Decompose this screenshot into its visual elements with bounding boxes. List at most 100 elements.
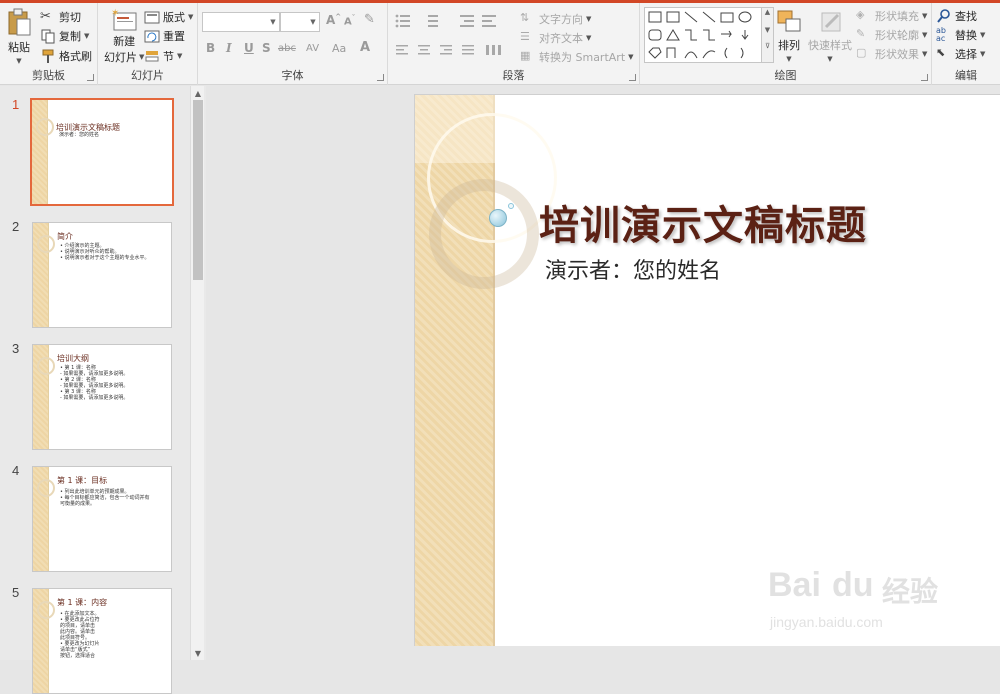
- change-case-button[interactable]: Aa: [332, 42, 346, 55]
- thumbnail-text: - 如果需要，请添加更多说明。: [60, 395, 129, 401]
- drawing-group: ▲ ▼ ⊽ 排列 ▼ 快速样式 ▼ ◈ 形状填充 ▼ ✎ 形状轮廓 ▼ ▢ 形状…: [640, 3, 932, 85]
- pen-icon: ✎: [856, 27, 866, 40]
- clear-format-icon[interactable]: ✎: [364, 12, 375, 27]
- arrange-button[interactable]: 排列 ▼: [776, 9, 802, 63]
- slide-decoration-bubble: [489, 209, 507, 227]
- align-text-button[interactable]: ☰ 对齐文本 ▼: [520, 30, 591, 46]
- italic-button[interactable]: I: [226, 41, 232, 55]
- slide-number: 3: [12, 341, 20, 356]
- shape-fill-button[interactable]: ◈ 形状填充 ▼: [856, 8, 927, 24]
- slide-subtitle[interactable]: 演示者：您的姓名: [545, 253, 721, 285]
- new-slide-button[interactable]: ✶ 新建 幻灯片 ▼: [104, 7, 144, 65]
- paintbrush-icon: [42, 49, 54, 63]
- bold-button[interactable]: B: [206, 41, 215, 55]
- text-direction-button[interactable]: ⇅ 文字方向 ▼: [520, 11, 591, 27]
- arrange-icon: [777, 10, 801, 32]
- select-label: 选择: [955, 48, 977, 61]
- search-icon: [937, 9, 950, 23]
- chevron-down-icon[interactable]: ▼: [191, 646, 205, 660]
- effects-icon: ▢: [856, 46, 867, 59]
- chevron-down-icon[interactable]: ▼: [267, 13, 279, 31]
- thumbnail-text: 可衡量的成果。: [60, 501, 96, 507]
- drawing-group-label: 绘图: [774, 69, 797, 82]
- scissors-icon: ✂: [40, 9, 51, 24]
- thumbnail-text: 演示者：您的姓名: [59, 132, 100, 138]
- watermark-brand: Bai: [768, 566, 821, 604]
- format-painter-button[interactable]: 格式刷: [40, 48, 92, 64]
- replace-label: 替换: [955, 29, 977, 42]
- shadow-button[interactable]: S: [262, 41, 271, 55]
- align-text-icon: ☰: [520, 30, 530, 43]
- chevron-down-icon: ▼: [628, 53, 634, 61]
- scrollbar-thumb[interactable]: [193, 100, 203, 280]
- paint-bucket-icon: ◈: [856, 8, 865, 21]
- font-color-button[interactable]: A: [360, 40, 370, 55]
- text-direction-label: 文字方向: [539, 13, 583, 26]
- chevron-up-icon[interactable]: ▲: [191, 86, 205, 100]
- chevron-down-icon: ▼: [177, 52, 183, 60]
- chevron-down-icon: ▼: [980, 31, 986, 39]
- slide-thumbnail-1[interactable]: 培训演示文稿标题 演示者：您的姓名: [30, 98, 174, 206]
- slide-decoration: [37, 479, 55, 497]
- editor-bottom-edge: [206, 646, 1000, 660]
- list-buttons-icon: [395, 14, 496, 28]
- underline-button[interactable]: U: [244, 41, 254, 55]
- smartart-button[interactable]: ▦ 转换为 SmartArt ▼: [520, 49, 634, 65]
- shape-gallery[interactable]: [644, 7, 762, 63]
- font-name-field[interactable]: ▼: [202, 12, 280, 32]
- shape-outline-button[interactable]: ✎ 形状轮廓 ▼: [856, 27, 927, 43]
- slide-thumbnail-5[interactable]: 第 1 课：内容 • 在此添加文本。 • 要更改此占位符 的项目，请单击 此内容…: [32, 588, 172, 694]
- font-size-field[interactable]: ▼: [280, 12, 320, 32]
- slide-number: 5: [12, 585, 20, 600]
- chevron-down-icon[interactable]: ▼: [762, 26, 773, 34]
- dialog-launcher-icon[interactable]: [377, 74, 384, 81]
- slide-decoration-bubble: [508, 203, 514, 209]
- watermark-cn: 经验: [882, 576, 939, 607]
- strikethrough-button[interactable]: abc: [278, 43, 296, 54]
- slide-thumbnail-4[interactable]: 第 1 课：目标 • 列出此培训单元的预期成果。 • 每个目标都应简洁，包含一个…: [32, 466, 172, 572]
- paragraph-group-label: 段落: [502, 69, 525, 82]
- thumbnail-scrollbar[interactable]: ▲ ▼: [190, 86, 204, 660]
- new-slide-label-1: 新建: [113, 35, 136, 48]
- char-spacing-button[interactable]: AV: [306, 43, 319, 54]
- font-group-label: 字体: [281, 69, 304, 82]
- more-icon[interactable]: ⊽: [762, 42, 773, 50]
- replace-button[interactable]: ab ac 替换 ▼: [936, 27, 985, 43]
- copy-button[interactable]: 复制 ▼: [40, 28, 89, 44]
- chevron-down-icon[interactable]: ▼: [307, 13, 319, 31]
- slide-decoration: [37, 235, 55, 253]
- slide-number: 2: [12, 219, 20, 234]
- dialog-launcher-icon[interactable]: [87, 74, 94, 81]
- slide-number: 1: [12, 97, 20, 112]
- quick-styles-icon: [821, 12, 841, 32]
- chevron-down-icon: ▼: [188, 13, 194, 21]
- shrink-font-icon[interactable]: Aˇ: [344, 14, 355, 27]
- section-button[interactable]: 节 ▼: [144, 48, 182, 64]
- shape-gallery-scroll[interactable]: ▲ ▼ ⊽: [762, 7, 774, 63]
- chevron-down-icon: ▼: [786, 55, 792, 63]
- slide-thumbnail-2[interactable]: 简介 • 介绍演示的主题。 • 说明演示对听众的帮助。 • 说明演示者对于这个主…: [32, 222, 172, 328]
- cut-button[interactable]: ✂ 剪切: [40, 9, 81, 25]
- watermark-paw: du: [832, 566, 874, 604]
- paste-button[interactable]: 粘贴 ▼: [6, 7, 32, 65]
- layout-label: 版式: [163, 11, 185, 24]
- font-group: ▼ ▼ A^ Aˇ ✎ B I U S abc AV Aa A 字体: [198, 3, 388, 85]
- chevron-down-icon: ▼: [16, 57, 22, 65]
- slide-decoration-ring: [429, 179, 539, 289]
- find-button[interactable]: 查找: [936, 8, 977, 24]
- grow-font-icon[interactable]: A^: [326, 13, 341, 27]
- dialog-launcher-icon[interactable]: [629, 74, 636, 81]
- copy-icon: [41, 29, 55, 44]
- reset-button[interactable]: 重置: [144, 28, 185, 44]
- new-slide-icon: ✶: [111, 8, 137, 31]
- shape-effects-button[interactable]: ▢ 形状效果 ▼: [856, 46, 927, 62]
- thumbnail-text: • 说明演示者对于这个主题的专业水平。: [60, 255, 150, 261]
- slide-thumbnail-3[interactable]: 培训大纲 • 第 1 课：名称 - 如果需要，请添加更多说明。 • 第 2 课：…: [32, 344, 172, 450]
- layout-button[interactable]: 版式 ▼: [144, 9, 193, 25]
- chevron-up-icon[interactable]: ▲: [762, 8, 773, 16]
- dialog-launcher-icon[interactable]: [921, 74, 928, 81]
- section-icon: [145, 51, 159, 62]
- select-button[interactable]: ⬉ 选择 ▼: [936, 46, 985, 62]
- quick-styles-button[interactable]: 快速样式 ▼: [808, 9, 852, 63]
- slide-title[interactable]: 培训演示文稿标题: [539, 193, 867, 251]
